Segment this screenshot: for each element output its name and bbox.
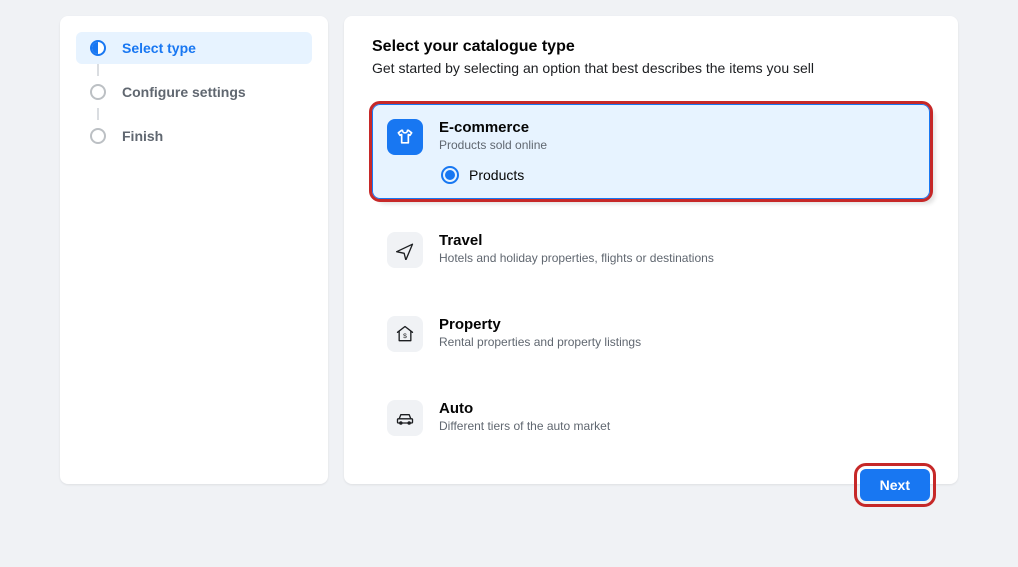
step-label: Select type bbox=[122, 40, 196, 56]
option-auto[interactable]: Auto Different tiers of the auto market bbox=[372, 385, 930, 451]
footer: Next bbox=[372, 469, 930, 501]
step-label: Configure settings bbox=[122, 84, 246, 100]
wizard-steps-panel: Select type Configure settings Finish bbox=[60, 16, 328, 484]
sub-option-label: Products bbox=[469, 167, 524, 183]
option-travel[interactable]: Travel Hotels and holiday properties, fl… bbox=[372, 217, 930, 283]
house-icon: $ bbox=[387, 316, 423, 352]
step-finish[interactable]: Finish bbox=[76, 120, 312, 152]
circle-icon bbox=[90, 128, 106, 144]
car-icon bbox=[387, 400, 423, 436]
main-panel: Select your catalogue type Get started b… bbox=[344, 16, 958, 484]
radio-selected-icon bbox=[441, 166, 459, 184]
option-title: E-commerce bbox=[439, 119, 913, 136]
page-subtitle: Get started by selecting an option that … bbox=[372, 60, 930, 76]
step-connector bbox=[97, 108, 99, 120]
plane-icon bbox=[387, 232, 423, 268]
next-button[interactable]: Next bbox=[860, 469, 930, 501]
option-desc: Hotels and holiday properties, flights o… bbox=[439, 251, 714, 265]
option-property[interactable]: $ Property Rental properties and propert… bbox=[372, 301, 930, 367]
step-label: Finish bbox=[122, 128, 163, 144]
circle-icon bbox=[90, 84, 106, 100]
option-title: Travel bbox=[439, 232, 714, 249]
svg-text:$: $ bbox=[403, 333, 407, 340]
half-circle-icon bbox=[90, 40, 106, 56]
option-ecommerce[interactable]: E-commerce Products sold online Products bbox=[372, 104, 930, 199]
option-title: Auto bbox=[439, 400, 610, 417]
step-configure-settings[interactable]: Configure settings bbox=[76, 76, 312, 108]
option-desc: Different tiers of the auto market bbox=[439, 419, 610, 433]
sub-option-products[interactable]: Products bbox=[441, 166, 913, 184]
tshirt-icon bbox=[387, 119, 423, 155]
option-desc: Rental properties and property listings bbox=[439, 335, 641, 349]
option-desc: Products sold online bbox=[439, 138, 913, 152]
page-title: Select your catalogue type bbox=[372, 38, 930, 56]
step-select-type[interactable]: Select type bbox=[76, 32, 312, 64]
step-connector bbox=[97, 64, 99, 76]
option-title: Property bbox=[439, 316, 641, 333]
